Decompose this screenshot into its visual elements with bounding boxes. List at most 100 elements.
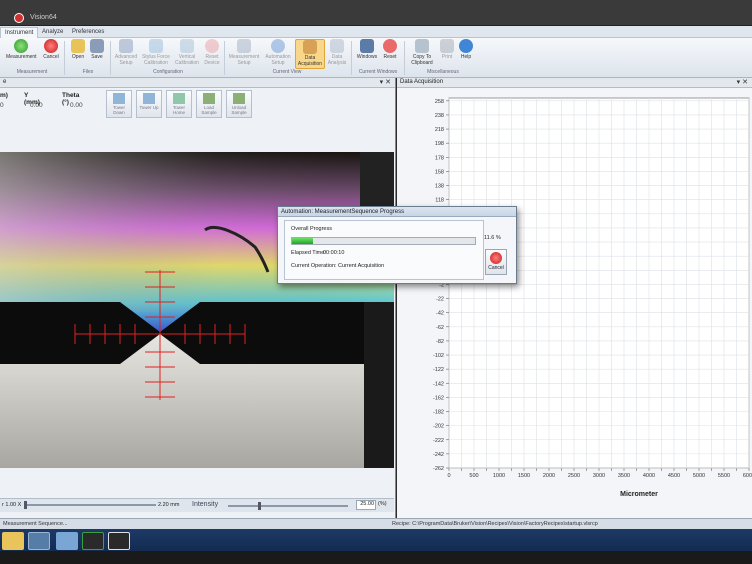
progress-percent: 11.6 % [484,235,501,241]
vertical-cal-icon [180,39,194,53]
ribbon-separator [404,41,405,75]
taskbar-strip [0,551,752,564]
pin-icon[interactable]: ▾ [380,79,384,86]
x-tick-label: 2000 [543,473,555,479]
x-tick-label: 6000 [743,473,752,479]
ribbon-tab-bar: Instrument Analyze Preferences [0,26,752,38]
reset-button[interactable]: Reset [380,39,400,69]
ribbon-separator [110,41,111,75]
automation-setup-button[interactable]: Automation Setup [263,39,293,69]
intensity-slider-thumb[interactable] [258,502,261,510]
tower-up-button[interactable]: Tower Up [136,90,162,118]
vertical-calibration-button[interactable]: Vertical Calibration [173,39,201,69]
advanced-setup-button[interactable]: Advanced Setup [113,39,139,69]
tab-preferences[interactable]: Preferences [68,27,108,38]
automation-icon [271,39,285,53]
terminal-icon-2[interactable] [108,532,130,550]
group-label-measurement: Measurement [16,69,48,75]
measurement-setup-button[interactable]: Measurement Setup [227,39,261,69]
x-tick-label: 0 [447,473,450,479]
y-tick-label: 238 [435,113,444,119]
measurement-button[interactable]: Measurement [6,39,37,69]
operation-label: Current Operation: [291,263,337,269]
app-icon [14,13,24,23]
acquisition-icon [303,40,317,54]
y-tick-label: 198 [435,141,444,147]
windows-button[interactable]: Windows [355,39,379,69]
intensity-slider[interactable] [228,502,348,510]
terminal-icon[interactable] [82,532,104,550]
reset-device-icon [205,39,219,53]
progress-bar [291,237,476,245]
open-button[interactable]: Open [68,39,88,69]
cancel-button[interactable]: Cancel [40,39,62,69]
camera-image [0,152,394,468]
load-sample-button[interactable]: Load Sample [196,90,222,118]
y-tick-label: 258 [435,99,444,105]
y-tick-label: -82 [436,339,444,345]
app-task-icon[interactable] [28,532,50,550]
group-label-miscellaneous: Miscellaneous [427,69,459,75]
y-tick-label: -22 [436,297,444,303]
ribbon-separator [351,41,352,75]
help-icon [459,39,473,53]
close-icon[interactable]: ✕ [385,79,391,86]
coord-theta-value: 0.00 [70,102,83,109]
x-tick-label: 1000 [493,473,505,479]
tower-down-button[interactable]: Tower Down [106,90,132,118]
tab-instrument[interactable]: Instrument [0,27,39,38]
elapsed-value: 00:00:10 [323,250,345,256]
camera-view[interactable] [0,152,394,468]
unload-sample-button[interactable]: Unload Sample [226,90,252,118]
cancel-icon [44,39,58,53]
zoom-slider-thumb[interactable] [24,501,27,509]
camera-panel-header: e ▾ ✕ [0,78,395,88]
x-tick-label: 1500 [518,473,530,479]
stylus-force-calibration-button[interactable]: Stylus Force Calibration [141,39,171,69]
operation-value: Current Acquisition [338,263,385,269]
tower-home-button[interactable]: Tower Home [166,90,192,118]
data-acquisition-button[interactable]: Data Acquisition [295,39,325,69]
ribbon: Measurement Cancel Measurement Open Save… [0,38,752,78]
x-tick-label: 5000 [693,473,705,479]
y-tick-label: 218 [435,127,444,133]
play-icon [14,39,28,53]
measure-setup-icon [237,39,251,53]
x-tick-label: 2500 [568,473,580,479]
reset-device-button[interactable]: Reset Device [202,39,222,69]
save-button[interactable]: Save [88,39,106,69]
panel-controls: ▾ ✕ [380,78,391,86]
progress-bar-fill [292,238,314,244]
y-tick-label: 118 [435,198,444,204]
document-icon[interactable] [56,532,78,550]
copy-to-clipboard-button[interactable]: Copy To Clipboard [408,39,436,69]
windows-icon [360,39,374,53]
y-tick-label: 158 [435,169,444,175]
help-button[interactable]: Help [457,39,475,69]
acquisition-chart[interactable]: 0 500 1000 1500 2000 2500 3000 3500 4000 4500 5000… [397,78,752,518]
clipboard-icon [415,39,429,53]
dialog-cancel-button[interactable]: Cancel [485,249,507,275]
progress-dialog: Automation: MeasurementSequence Progress… [277,206,517,284]
explorer-icon[interactable] [2,532,24,550]
printer-icon [440,39,454,53]
print-button[interactable]: Print [438,39,456,69]
unload-sample-icon [233,93,245,104]
zoom-left-label: r 1.00 X [2,502,22,508]
coord-x-value: 0 [0,102,4,109]
y-tick-label: -182 [433,410,444,416]
status-text: Measurement Sequence... [3,521,68,527]
y-tick-label: -222 [433,438,444,444]
panel-header-text: e [3,79,7,85]
group-label-configuration: Configuration [153,69,183,75]
coord-x-label: m) [0,92,8,99]
tab-analyze[interactable]: Analyze [38,27,67,38]
camera-bottom-bar: r 1.00 X 2.20 mm Intensity 25.00 (%) [0,498,394,512]
zoom-right-label: 2.20 mm [158,502,180,508]
zoom-slider[interactable] [24,501,156,509]
data-analysis-button[interactable]: Data Analysis [327,39,347,69]
overall-progress-label: Overall Progress [291,226,332,232]
intensity-value[interactable]: 25.00 [356,500,376,510]
x-tick-label: 4500 [668,473,680,479]
group-label-current-windows: Current Windows [358,69,398,75]
